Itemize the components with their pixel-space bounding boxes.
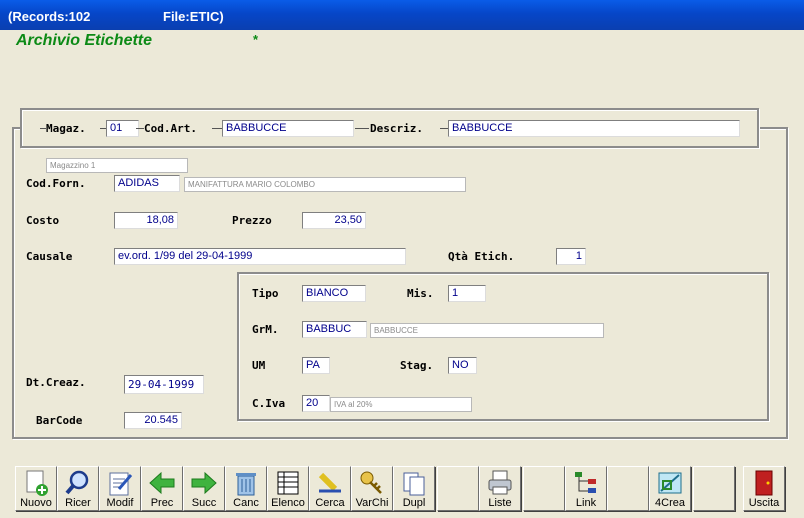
window-titlebar: (Records:102 File:ETIC) bbox=[0, 0, 804, 30]
stag-field[interactable]: NO bbox=[448, 357, 477, 374]
codforn-label: Cod.Forn. bbox=[26, 177, 86, 190]
codart-field[interactable]: BABBUCCE bbox=[222, 120, 354, 137]
barcode-field[interactable]: 20.545 bbox=[124, 412, 182, 429]
prezzo-label: Prezzo bbox=[232, 214, 272, 227]
varchi-button[interactable]: VarChi bbox=[351, 466, 393, 511]
empty-button-1[interactable] bbox=[437, 466, 479, 511]
elenco-button[interactable]: Elenco bbox=[267, 466, 309, 511]
qta-label: Qtà Etich. bbox=[448, 250, 515, 263]
empty-button-2[interactable] bbox=[523, 466, 565, 511]
copy-icon bbox=[403, 472, 425, 496]
causale-field[interactable]: ev.ord. 1/99 del 29-04-1999 bbox=[114, 248, 406, 265]
codart-label: Cod.Art. bbox=[144, 122, 197, 135]
modified-marker: * bbox=[253, 32, 259, 47]
prezzo-field[interactable]: 23,50 bbox=[302, 212, 366, 229]
mis-field[interactable]: 1 bbox=[448, 285, 486, 302]
modif-button[interactable]: Modif bbox=[99, 466, 141, 511]
magnifier-icon bbox=[65, 470, 89, 495]
grm-field[interactable]: BABBUC bbox=[302, 321, 367, 338]
tree-icon bbox=[575, 472, 596, 493]
liste-button[interactable]: Liste bbox=[479, 466, 521, 511]
prec-button[interactable]: Prec bbox=[141, 466, 183, 511]
succ-button[interactable]: Succ bbox=[183, 466, 225, 511]
civa-description: IVA al 20% bbox=[330, 397, 472, 412]
keys-icon bbox=[360, 471, 382, 494]
costo-field[interactable]: 18,08 bbox=[114, 212, 178, 229]
barcode-label: BarCode bbox=[36, 414, 83, 427]
descriz-label: Descriz. bbox=[370, 122, 423, 135]
ricer-button[interactable]: Ricer bbox=[57, 466, 99, 511]
qta-field[interactable]: 1 bbox=[556, 248, 586, 265]
canc-button[interactable]: Canc bbox=[225, 466, 267, 511]
left-arrow-icon bbox=[149, 471, 175, 495]
uscita-button[interactable]: Uscita bbox=[743, 466, 785, 511]
list-icon bbox=[277, 471, 299, 495]
trash-icon bbox=[236, 473, 256, 496]
dtcreaz-label: Dt.Creaz. bbox=[26, 376, 86, 389]
marker-icon bbox=[318, 472, 341, 493]
empty-button-4[interactable] bbox=[693, 466, 735, 511]
magazzino-description: Magazzino 1 bbox=[46, 158, 188, 173]
causale-label: Causale bbox=[26, 250, 73, 263]
codforn-field[interactable]: ADIDAS bbox=[114, 175, 180, 192]
empty-button-3[interactable] bbox=[607, 466, 649, 511]
civa-label: C.Iva bbox=[252, 397, 286, 410]
costo-label: Costo bbox=[26, 214, 60, 227]
magaz-label: Magaz. bbox=[46, 122, 86, 135]
magaz-field[interactable]: 01 bbox=[106, 120, 139, 137]
tipo-label: Tipo bbox=[252, 287, 279, 300]
tipo-field[interactable]: BIANCO bbox=[302, 285, 366, 302]
edit-document-icon bbox=[109, 472, 133, 496]
form-title: Archivio Etichette bbox=[16, 32, 153, 49]
printer-icon bbox=[488, 470, 512, 495]
nuovo-button[interactable]: Nuovo bbox=[15, 466, 57, 511]
um-label: UM bbox=[252, 359, 266, 372]
records-count: (Records:102 bbox=[8, 9, 91, 24]
dupl-button[interactable]: Dupl bbox=[393, 466, 435, 511]
file-name: File:ETIC) bbox=[163, 9, 224, 24]
descriz-field[interactable]: BABBUCCE bbox=[448, 120, 740, 137]
um-field[interactable]: PA bbox=[302, 357, 330, 374]
dtcreaz-field[interactable]: 29-04-1999 bbox=[124, 375, 204, 394]
civa-field[interactable]: 20 bbox=[302, 395, 330, 412]
codforn-description: MANIFATTURA MARIO COLOMBO bbox=[184, 177, 466, 192]
link-button[interactable]: Link bbox=[565, 466, 607, 511]
cerca-button[interactable]: Cerca bbox=[309, 466, 351, 511]
stag-label: Stag. bbox=[400, 359, 434, 372]
add-document-icon bbox=[26, 470, 48, 496]
exit-door-icon bbox=[755, 470, 773, 496]
drafting-icon bbox=[658, 472, 682, 494]
right-arrow-icon bbox=[191, 471, 217, 495]
grm-description: BABBUCCE bbox=[370, 323, 604, 338]
crea-button[interactable]: 4Crea bbox=[649, 466, 691, 511]
mis-label: Mis. bbox=[407, 287, 434, 300]
grm-label: GrM. bbox=[252, 323, 279, 336]
